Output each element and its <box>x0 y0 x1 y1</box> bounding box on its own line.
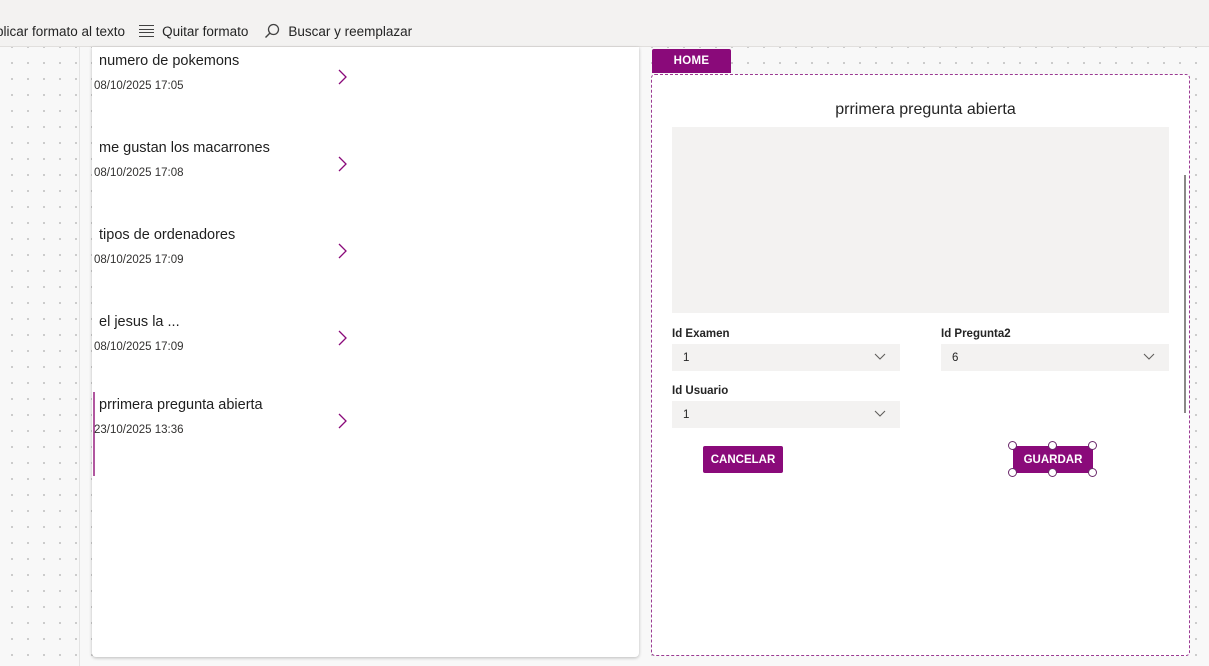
gallery-item-date: 08/10/2025 17:09 <box>94 341 184 353</box>
chevron-right-icon[interactable] <box>336 243 348 259</box>
clear-format-button[interactable]: Quitar formato <box>139 0 248 47</box>
find-replace-label: Buscar y reemplazar <box>288 23 413 39</box>
gallery-item-date: 08/10/2025 17:05 <box>94 80 184 92</box>
apply-format-label: plicar formato al texto <box>0 23 126 39</box>
chevron-right-icon[interactable] <box>336 413 348 429</box>
chevron-right-icon[interactable] <box>336 156 348 172</box>
id-usuario-dropdown[interactable]: 1 <box>672 401 900 428</box>
gallery-item-title: el jesus la ... <box>99 314 180 330</box>
gallery-item-title: prrimera pregunta abierta <box>99 397 263 413</box>
gallery-item-title: tipos de ordenadores <box>99 227 236 243</box>
gallery-item[interactable]: tipos de ordenadores 08/10/2025 17:09 <box>92 221 639 308</box>
gallery-item-title: numero de pokemons <box>99 53 240 69</box>
id-examen-dropdown[interactable]: 1 <box>672 344 900 371</box>
gallery-item[interactable]: me gustan los macarrones 08/10/2025 17:0… <box>92 134 639 221</box>
resize-handle[interactable] <box>1008 468 1017 477</box>
resize-handle[interactable] <box>1088 468 1097 477</box>
edit-form: prrimera pregunta abierta Id Examen 1 Id… <box>651 74 1190 656</box>
id-examen-value: 1 <box>683 351 690 364</box>
resize-handle[interactable] <box>1048 441 1057 450</box>
gallery-item[interactable]: numero de pokemons 08/10/2025 17:05 <box>92 47 639 134</box>
resize-handle[interactable] <box>1048 468 1057 477</box>
scrollbar[interactable] <box>1184 175 1186 413</box>
chevron-right-icon[interactable] <box>336 69 348 85</box>
toolbar: plicar formato al texto Quitar formato B… <box>0 0 1209 47</box>
lines-icon <box>139 25 155 37</box>
gallery-item-selected[interactable]: prrimera pregunta abierta 23/10/2025 13:… <box>92 391 639 478</box>
chevron-down-icon <box>874 410 886 417</box>
home-tab[interactable]: HOME <box>652 49 731 73</box>
form-title: prrimera pregunta abierta <box>835 101 1016 118</box>
clear-format-label: Quitar formato <box>162 23 249 39</box>
canvas-divider <box>79 47 80 666</box>
resize-handle[interactable] <box>1008 441 1017 450</box>
id-pregunta-value: 6 <box>952 351 959 364</box>
id-pregunta-dropdown[interactable]: 6 <box>941 344 1169 371</box>
gallery-item-date: 08/10/2025 17:08 <box>94 167 184 179</box>
id-usuario-label: Id Usuario <box>672 385 729 397</box>
chevron-down-icon <box>874 353 886 360</box>
gallery-item-title: me gustan los macarrones <box>99 140 270 156</box>
search-icon <box>264 23 280 39</box>
answer-textarea[interactable] <box>672 127 1169 313</box>
id-pregunta-label: Id Pregunta2 <box>941 328 1011 340</box>
gallery-item[interactable]: el jesus la ... 08/10/2025 17:09 <box>92 308 639 395</box>
chevron-right-icon[interactable] <box>336 330 348 346</box>
find-replace-button[interactable]: Buscar y reemplazar <box>264 0 412 47</box>
id-usuario-value: 1 <box>683 408 690 421</box>
gallery-item-date: 08/10/2025 17:09 <box>94 254 184 266</box>
cancel-button[interactable]: CANCELAR <box>703 446 783 473</box>
id-examen-label: Id Examen <box>672 328 730 340</box>
chevron-down-icon <box>1143 353 1155 360</box>
questions-gallery[interactable]: numero de pokemons 08/10/2025 17:05 me g… <box>92 47 639 657</box>
gallery-item-date: 23/10/2025 13:36 <box>94 424 184 436</box>
resize-handle[interactable] <box>1088 441 1097 450</box>
apply-format-button[interactable]: plicar formato al texto <box>0 0 125 47</box>
